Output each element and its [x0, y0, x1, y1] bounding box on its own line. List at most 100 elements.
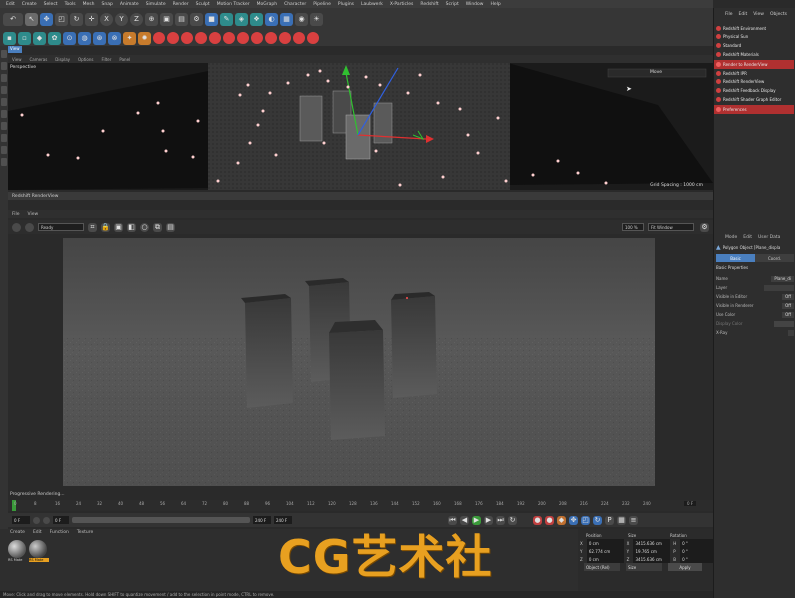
current-frame-field[interactable]: 0 F: [684, 501, 697, 506]
rv-stop-render-icon[interactable]: [25, 222, 34, 232]
rv-snapshot-icon[interactable]: ▣: [114, 222, 123, 232]
rv-compare-icon[interactable]: ◧: [127, 222, 136, 232]
rs-volume-icon[interactable]: [251, 32, 263, 44]
rv-color-icon[interactable]: ○: [140, 222, 149, 232]
view-tab[interactable]: View: [8, 46, 22, 53]
scale-key-icon[interactable]: ◰: [581, 515, 590, 525]
menu-snap[interactable]: Snap: [102, 2, 113, 7]
rs-camera-icon[interactable]: [223, 32, 235, 44]
enable-axis-icon[interactable]: ⊙: [63, 31, 76, 45]
rv-start-render-icon[interactable]: [12, 222, 21, 232]
rs-item-preferences[interactable]: Preferences: [714, 105, 794, 114]
rp-menu-edit[interactable]: Edit: [739, 12, 748, 17]
uv-mode-icon[interactable]: ✿: [48, 31, 61, 45]
rv-lock-icon[interactable]: 🔒: [101, 222, 110, 232]
rs-item-standard[interactable]: Standard: [714, 41, 794, 50]
play-icon[interactable]: ▶: [472, 515, 481, 525]
cube-icon[interactable]: ■: [205, 12, 218, 26]
rs-dome-icon[interactable]: [195, 32, 207, 44]
param-key-icon[interactable]: P: [605, 515, 614, 525]
snap-icon[interactable]: ⊛: [93, 31, 106, 45]
rv-fit-dropdown[interactable]: Fit Window: [648, 223, 694, 231]
attr-menu-mode[interactable]: Mode: [725, 235, 737, 240]
go-to-end-icon[interactable]: ⏭: [496, 515, 505, 525]
xparticles-icon[interactable]: ✦: [123, 31, 136, 45]
axis-z-button[interactable]: Z: [130, 12, 143, 26]
menu-x-particles[interactable]: X-Particles: [390, 2, 413, 7]
rs-sun-icon[interactable]: [209, 32, 221, 44]
preview-range-slider[interactable]: [72, 517, 250, 523]
next-key-icon[interactable]: ▶: [484, 515, 493, 525]
rs-item-ipr[interactable]: Redshift IPR: [714, 69, 794, 78]
menu-mograph[interactable]: MoGraph: [257, 2, 277, 7]
rs-proxy-icon[interactable]: [237, 32, 249, 44]
mat-menu-create[interactable]: Create: [10, 530, 25, 535]
light-icon[interactable]: ☀: [310, 12, 323, 26]
scale-icon[interactable]: ◰: [55, 12, 68, 26]
pla-key-icon[interactable]: ▦: [617, 515, 626, 525]
vp-menu-options[interactable]: Options: [78, 57, 93, 62]
loop-icon[interactable]: ↻: [508, 515, 517, 525]
record-key-icon[interactable]: ●: [533, 515, 542, 525]
rs-play-icon[interactable]: [293, 32, 305, 44]
menu-redshift[interactable]: Redshift: [420, 2, 438, 7]
start-frame-field[interactable]: 0 F: [12, 516, 30, 524]
keyframe-selection-icon[interactable]: ◆: [557, 515, 566, 525]
rs-stop-icon[interactable]: [307, 32, 319, 44]
material-slot-2[interactable]: RS Mate: [29, 540, 49, 566]
tab-coord[interactable]: Coord.: [755, 254, 794, 262]
render-settings-icon[interactable]: ⚙: [190, 12, 203, 26]
undo-icon[interactable]: ↶: [3, 12, 23, 26]
object-mode-icon[interactable]: [1, 62, 7, 70]
coord-size-y[interactable]: 19.765 cm: [633, 547, 671, 555]
menu-edit[interactable]: Edit: [6, 2, 15, 7]
menu-character[interactable]: Character: [284, 2, 306, 7]
rp-menu-view[interactable]: View: [753, 12, 764, 17]
point-mode-icon[interactable]: [1, 98, 7, 106]
rp-menu-objects[interactable]: Objects: [770, 12, 787, 17]
min-knob-icon[interactable]: [33, 516, 40, 524]
max-knob-icon[interactable]: [43, 516, 50, 524]
end-frame-field[interactable]: 240 F: [274, 516, 292, 524]
rs-ipr-icon[interactable]: [167, 32, 179, 44]
rs-item-feedback-display[interactable]: Redshift Feedback Display: [714, 86, 794, 95]
mat-menu-edit[interactable]: Edit: [33, 530, 42, 535]
menu-simulate[interactable]: Simulate: [146, 2, 166, 7]
material-slot-1[interactable]: RS Mate: [8, 540, 28, 566]
coord-pos-x[interactable]: 0 cm: [586, 539, 624, 547]
vp-menu-view[interactable]: View: [12, 57, 22, 62]
rs-item-environment[interactable]: Redshift Environment: [714, 24, 794, 33]
points-mode-icon[interactable]: ▪: [3, 31, 16, 45]
vp-menu-cameras[interactable]: Cameras: [30, 57, 48, 62]
laubwerk-icon[interactable]: ✹: [138, 31, 151, 45]
layer-field[interactable]: [764, 284, 794, 291]
rv-save-icon[interactable]: ▤: [166, 222, 175, 232]
vp-menu-filter[interactable]: Filter: [101, 57, 111, 62]
coord-pos-z[interactable]: 0 cm: [586, 555, 624, 563]
coord-rot-b[interactable]: 0 °: [680, 555, 714, 563]
mat-menu-function[interactable]: Function: [50, 530, 69, 535]
menu-render[interactable]: Render: [173, 2, 189, 7]
vp-menu-display[interactable]: Display: [55, 57, 70, 62]
cloner-icon[interactable]: ❖: [250, 12, 263, 26]
rs-item-shader-graph[interactable]: Redshift Shader Graph Editor: [714, 95, 794, 104]
rs-item-materials[interactable]: Redshift Materials: [714, 50, 794, 59]
texture-axis-icon[interactable]: [1, 74, 7, 82]
snapping-icon[interactable]: [1, 146, 7, 154]
coord-size-mode-dropdown[interactable]: Size: [626, 563, 662, 571]
polygon-mode-icon[interactable]: [1, 122, 7, 130]
edge-mode-icon[interactable]: [1, 110, 7, 118]
display-color-swatch[interactable]: [774, 320, 794, 327]
perspective-viewport[interactable]: Perspective Move Grid Spacing : 1000 cm …: [8, 63, 713, 190]
floor-icon[interactable]: ▦: [280, 12, 293, 26]
mat-menu-texture[interactable]: Texture: [77, 530, 93, 535]
subdivision-icon[interactable]: ◈: [235, 12, 248, 26]
go-to-start-icon[interactable]: ⏮: [448, 515, 457, 525]
rv-copy-icon[interactable]: ⧉: [153, 222, 162, 232]
rv-settings-icon[interactable]: ⚙: [700, 222, 709, 232]
coord-size-z[interactable]: 3415.636 cm: [633, 555, 671, 563]
move-icon[interactable]: ✥: [40, 12, 53, 26]
edges-mode-icon[interactable]: ▫: [18, 31, 31, 45]
prev-key-icon[interactable]: ◀: [460, 515, 469, 525]
add-icon[interactable]: ✛: [85, 12, 98, 26]
